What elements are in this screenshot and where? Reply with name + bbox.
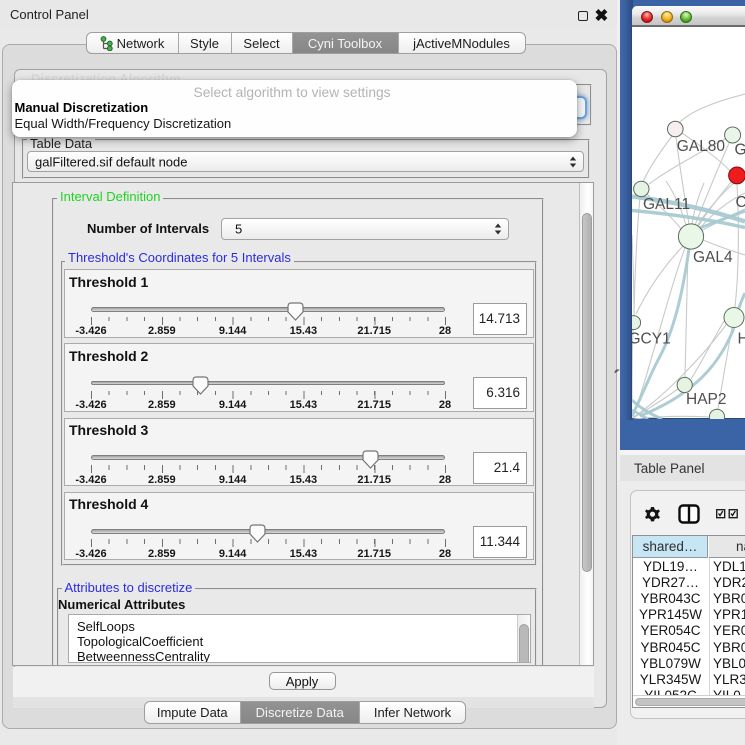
svg-text:GAL80: GAL80	[677, 138, 726, 155]
svg-text:GCY1: GCY1	[632, 331, 671, 348]
svg-text:CR: CR	[736, 194, 745, 211]
svg-text:GA: GA	[735, 141, 745, 158]
svg-text:GAL4: GAL4	[693, 249, 733, 266]
svg-text:H: H	[738, 330, 745, 347]
svg-text:HAP2: HAP2	[686, 391, 727, 408]
svg-text:GAL11: GAL11	[643, 196, 690, 213]
